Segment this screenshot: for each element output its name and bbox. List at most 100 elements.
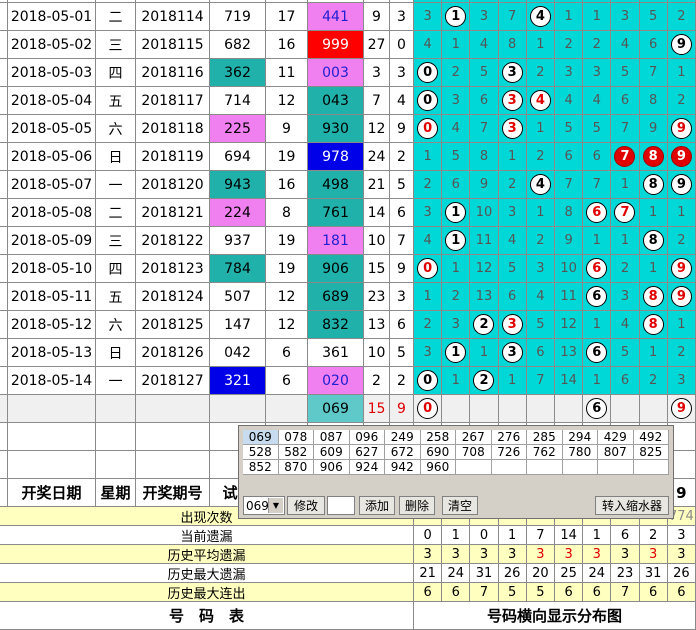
- trial-number: 784: [210, 255, 266, 283]
- combination-item[interactable]: 609: [314, 445, 350, 460]
- combination-item[interactable]: 267: [456, 430, 492, 445]
- stat-value: 1: [583, 526, 612, 545]
- number-ball: 9: [670, 146, 692, 167]
- forecast-cell: [442, 395, 471, 423]
- combination-item[interactable]: 294: [562, 430, 598, 445]
- dist-cell: 1: [442, 339, 471, 367]
- add-button[interactable]: 添加: [359, 496, 395, 515]
- delete-button[interactable]: 删除: [399, 496, 435, 515]
- stat-label-current-miss: 当前遗漏: [0, 526, 414, 545]
- dist-cell: 3: [498, 115, 527, 143]
- dist-cell: 9: [667, 143, 696, 171]
- stat-value: 1: [442, 526, 471, 545]
- prize-number: 181: [308, 227, 364, 255]
- dist-cell: 0: [414, 87, 443, 115]
- dist-cell: 5: [639, 3, 668, 31]
- combination-item[interactable]: 096: [349, 430, 385, 445]
- combination-select[interactable]: 069 ▼: [243, 496, 285, 515]
- grid-cell: [136, 423, 210, 451]
- dist-cell: 2: [414, 171, 443, 199]
- dist-cell: 0: [414, 59, 443, 87]
- combination-item[interactable]: 960: [420, 460, 456, 475]
- forecast-cell: [611, 395, 640, 423]
- dist-cell: 3: [442, 87, 471, 115]
- modify-button[interactable]: 修改: [287, 496, 325, 515]
- combination-item[interactable]: 582: [278, 445, 314, 460]
- combination-item[interactable]: 807: [598, 445, 634, 460]
- number-ball: 0: [417, 90, 439, 111]
- prize-sum: 10: [364, 339, 390, 367]
- combination-item[interactable]: 087: [314, 430, 350, 445]
- combination-item[interactable]: 492: [633, 430, 669, 445]
- dist-cell: 2: [470, 367, 499, 395]
- trial-number: 694: [210, 143, 266, 171]
- dist-cell: 3: [414, 339, 443, 367]
- stat-value: 23: [611, 564, 640, 583]
- trial-sum: 9: [266, 115, 308, 143]
- prize-span: 2: [390, 367, 414, 395]
- dist-cell: 12: [555, 311, 584, 339]
- combination-input[interactable]: [327, 496, 355, 515]
- dist-cell: 7: [498, 3, 527, 31]
- draw-date: 2018-05-05: [8, 115, 96, 143]
- prize-number: 832: [308, 311, 364, 339]
- dist-cell: 7: [470, 115, 499, 143]
- combination-item[interactable]: 276: [491, 430, 527, 445]
- number-ball: 3: [501, 118, 523, 139]
- trial-number: 042: [210, 339, 266, 367]
- dist-cell: 6: [442, 171, 471, 199]
- combination-item[interactable]: 249: [385, 430, 421, 445]
- dist-cell: 1: [639, 255, 668, 283]
- draw-date: 2018-05-13: [8, 339, 96, 367]
- number-ball: 3: [501, 342, 523, 363]
- combination-item[interactable]: 870: [278, 460, 314, 475]
- issue-number: 2018114: [136, 3, 210, 31]
- combination-popup: 069 078 087 096 249 258 267 276 285 294 429 492 528 5…: [238, 425, 674, 519]
- combination-item[interactable]: 627: [349, 445, 385, 460]
- issue-number: 2018117: [136, 87, 210, 115]
- combination-item[interactable]: 672: [385, 445, 421, 460]
- combination-item[interactable]: 078: [278, 430, 314, 445]
- trial-sum: 12: [266, 87, 308, 115]
- combination-item[interactable]: 942: [385, 460, 421, 475]
- trial-sum: 12: [266, 283, 308, 311]
- combination-item[interactable]: 825: [633, 445, 669, 460]
- weekday: 四: [96, 255, 136, 283]
- clear-button[interactable]: 清空: [442, 496, 478, 515]
- number-ball: 1: [445, 202, 467, 223]
- dist-cell: 5: [470, 59, 499, 87]
- combination-item[interactable]: 069: [243, 430, 279, 445]
- import-to-reducer-button[interactable]: 转入缩水器: [595, 496, 669, 515]
- row-edge: [0, 31, 8, 59]
- dist-cell: 7: [611, 115, 640, 143]
- combination-item[interactable]: 690: [420, 445, 456, 460]
- combination-empty: [562, 460, 598, 475]
- combination-item[interactable]: 528: [243, 445, 279, 460]
- combination-item[interactable]: 762: [527, 445, 563, 460]
- combination-item[interactable]: 258: [420, 430, 456, 445]
- prize-span: 9: [390, 115, 414, 143]
- dist-cell: 1: [526, 115, 555, 143]
- prize-sum: 2: [364, 367, 390, 395]
- dist-cell: 3: [667, 367, 696, 395]
- combination-item[interactable]: 429: [598, 430, 634, 445]
- draw-date: 2018-05-12: [8, 311, 96, 339]
- stat-value: 7: [611, 583, 640, 602]
- dist-cell: 1: [470, 339, 499, 367]
- number-ball: 6: [586, 342, 608, 363]
- chevron-down-icon[interactable]: ▼: [268, 498, 283, 513]
- combination-item[interactable]: 924: [349, 460, 385, 475]
- dist-cell: 0: [414, 255, 443, 283]
- weekday: 六: [96, 115, 136, 143]
- trial-sum: 11: [266, 59, 308, 87]
- combination-item[interactable]: 726: [491, 445, 527, 460]
- combination-item[interactable]: 780: [562, 445, 598, 460]
- combination-item[interactable]: 852: [243, 460, 279, 475]
- stat-value: 25: [555, 564, 584, 583]
- forecast-cell: 0: [414, 395, 443, 423]
- number-ball: 6: [586, 202, 608, 223]
- combination-item[interactable]: 708: [456, 445, 492, 460]
- combination-item[interactable]: 906: [314, 460, 350, 475]
- combination-item[interactable]: 285: [527, 430, 563, 445]
- forecast-sum: 15: [364, 395, 390, 423]
